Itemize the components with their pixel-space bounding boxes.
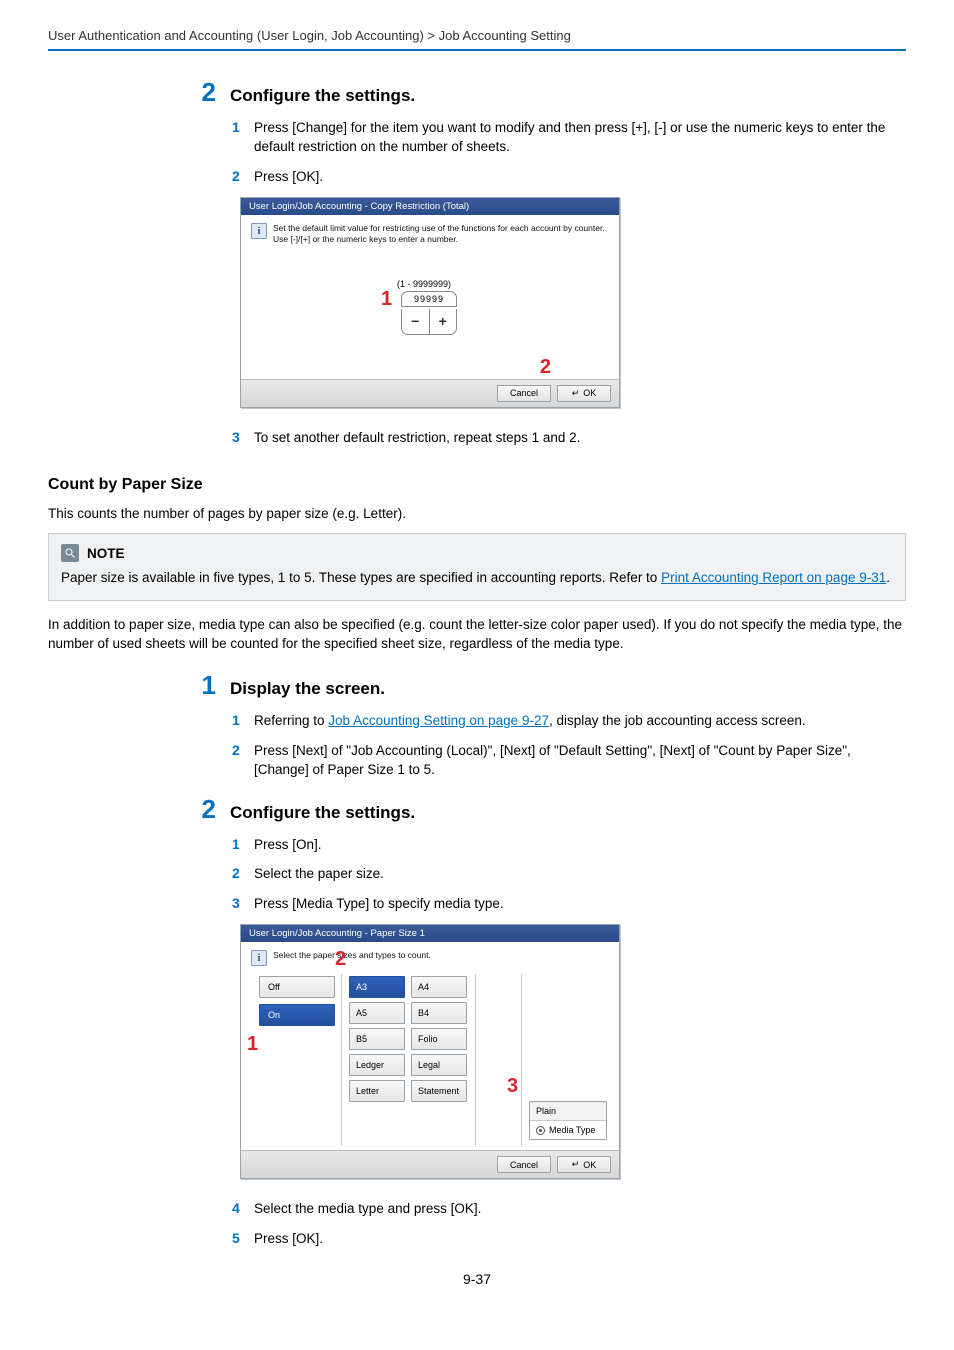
- value-display: 99999: [401, 291, 457, 307]
- paragraph: This counts the number of pages by paper…: [48, 504, 906, 524]
- return-icon: ↵: [572, 1159, 580, 1170]
- step-number: 1: [188, 670, 216, 701]
- header-rule: [48, 49, 906, 51]
- breadcrumb: User Authentication and Accounting (User…: [48, 28, 906, 43]
- on-button[interactable]: On: [259, 1004, 335, 1026]
- callout-3: 3: [507, 1076, 518, 1096]
- substep-number: 3: [232, 894, 244, 914]
- callout-1: 1: [381, 289, 392, 309]
- size-letter-button[interactable]: Letter: [349, 1080, 405, 1102]
- substep-text: Referring to Job Accounting Setting on p…: [254, 712, 806, 731]
- substep-number: 1: [232, 118, 244, 138]
- substep-text: Press [OK].: [254, 1230, 323, 1249]
- substep-text: Press [Media Type] to specify media type…: [254, 895, 504, 914]
- size-a4-button[interactable]: A4: [411, 976, 467, 998]
- step-number: 2: [188, 794, 216, 825]
- section-title: Count by Paper Size: [48, 476, 906, 494]
- size-b4-button[interactable]: B4: [411, 1002, 467, 1024]
- callout-2: 2: [335, 949, 346, 969]
- dialog-title: User Login/Job Accounting - Paper Size 1: [241, 925, 619, 942]
- dialog-paper-size: User Login/Job Accounting - Paper Size 1…: [240, 924, 620, 1179]
- page-number: 9-37: [48, 1271, 906, 1287]
- media-type-value: Plain: [530, 1102, 606, 1121]
- size-ledger-button[interactable]: Ledger: [349, 1054, 405, 1076]
- note-box: NOTE Paper size is available in five typ…: [48, 533, 906, 601]
- ok-button[interactable]: ↵OK: [557, 1156, 611, 1173]
- substep-number: 2: [232, 741, 244, 761]
- size-folio-button[interactable]: Folio: [411, 1028, 467, 1050]
- size-b5-button[interactable]: B5: [349, 1028, 405, 1050]
- media-type-button[interactable]: Plain Media Type: [529, 1101, 607, 1140]
- return-icon: ↵: [572, 388, 580, 399]
- step-heading: Display the screen.: [230, 679, 385, 699]
- gear-icon: [536, 1126, 545, 1135]
- size-a5-button[interactable]: A5: [349, 1002, 405, 1024]
- substep-number: 2: [232, 167, 244, 187]
- substep-number: 2: [232, 864, 244, 884]
- substep-text: Press [Next] of "Job Accounting (Local)"…: [254, 742, 906, 780]
- minus-button[interactable]: −: [402, 309, 430, 334]
- substep-number: 5: [232, 1229, 244, 1249]
- note-icon: [61, 544, 79, 562]
- size-statement-button[interactable]: Statement: [411, 1080, 467, 1102]
- step-heading: Configure the settings.: [230, 86, 415, 106]
- note-text: Paper size is available in five types, 1…: [61, 570, 661, 585]
- substep-number: 4: [232, 1199, 244, 1219]
- note-text: .: [886, 570, 890, 585]
- size-a3-button[interactable]: A3: [349, 976, 405, 998]
- size-legal-button[interactable]: Legal: [411, 1054, 467, 1076]
- substep-text: Press [On].: [254, 836, 322, 855]
- substep-text: Select the paper size.: [254, 865, 384, 884]
- plus-button[interactable]: +: [430, 309, 457, 334]
- print-accounting-report-link[interactable]: Print Accounting Report on page 9-31: [661, 570, 886, 585]
- callout-2: 2: [540, 357, 551, 377]
- dialog-message: Set the default limit value for restrict…: [273, 223, 605, 245]
- cancel-button[interactable]: Cancel: [497, 1156, 551, 1173]
- step-number: 2: [188, 77, 216, 108]
- substep-number: 3: [232, 428, 244, 448]
- substep-text: To set another default restriction, repe…: [254, 429, 580, 448]
- substep-text: Press [OK].: [254, 168, 323, 187]
- step-heading: Configure the settings.: [230, 803, 415, 823]
- callout-1: 1: [247, 1034, 258, 1054]
- substep-text: Press [Change] for the item you want to …: [254, 119, 906, 157]
- dialog-copy-restriction: User Login/Job Accounting - Copy Restric…: [240, 197, 620, 408]
- info-icon: i: [251, 223, 267, 239]
- substep-text: Select the media type and press [OK].: [254, 1200, 481, 1219]
- note-label: NOTE: [87, 546, 125, 561]
- range-label: (1 - 9999999): [397, 279, 451, 289]
- substep-number: 1: [232, 711, 244, 731]
- paragraph: In addition to paper size, media type ca…: [48, 615, 906, 654]
- job-accounting-setting-link[interactable]: Job Accounting Setting on page 9-27: [328, 713, 549, 728]
- substep-number: 1: [232, 835, 244, 855]
- plus-minus-group: − +: [401, 309, 457, 335]
- cancel-button[interactable]: Cancel: [497, 385, 551, 402]
- ok-button[interactable]: ↵OK: [557, 385, 611, 402]
- media-type-label: Media Type: [549, 1125, 595, 1135]
- dialog-message: Select the paper sizes and types to coun…: [273, 950, 431, 960]
- dialog-title: User Login/Job Accounting - Copy Restric…: [241, 198, 619, 215]
- info-icon: i: [251, 950, 267, 966]
- off-button[interactable]: Off: [259, 976, 335, 998]
